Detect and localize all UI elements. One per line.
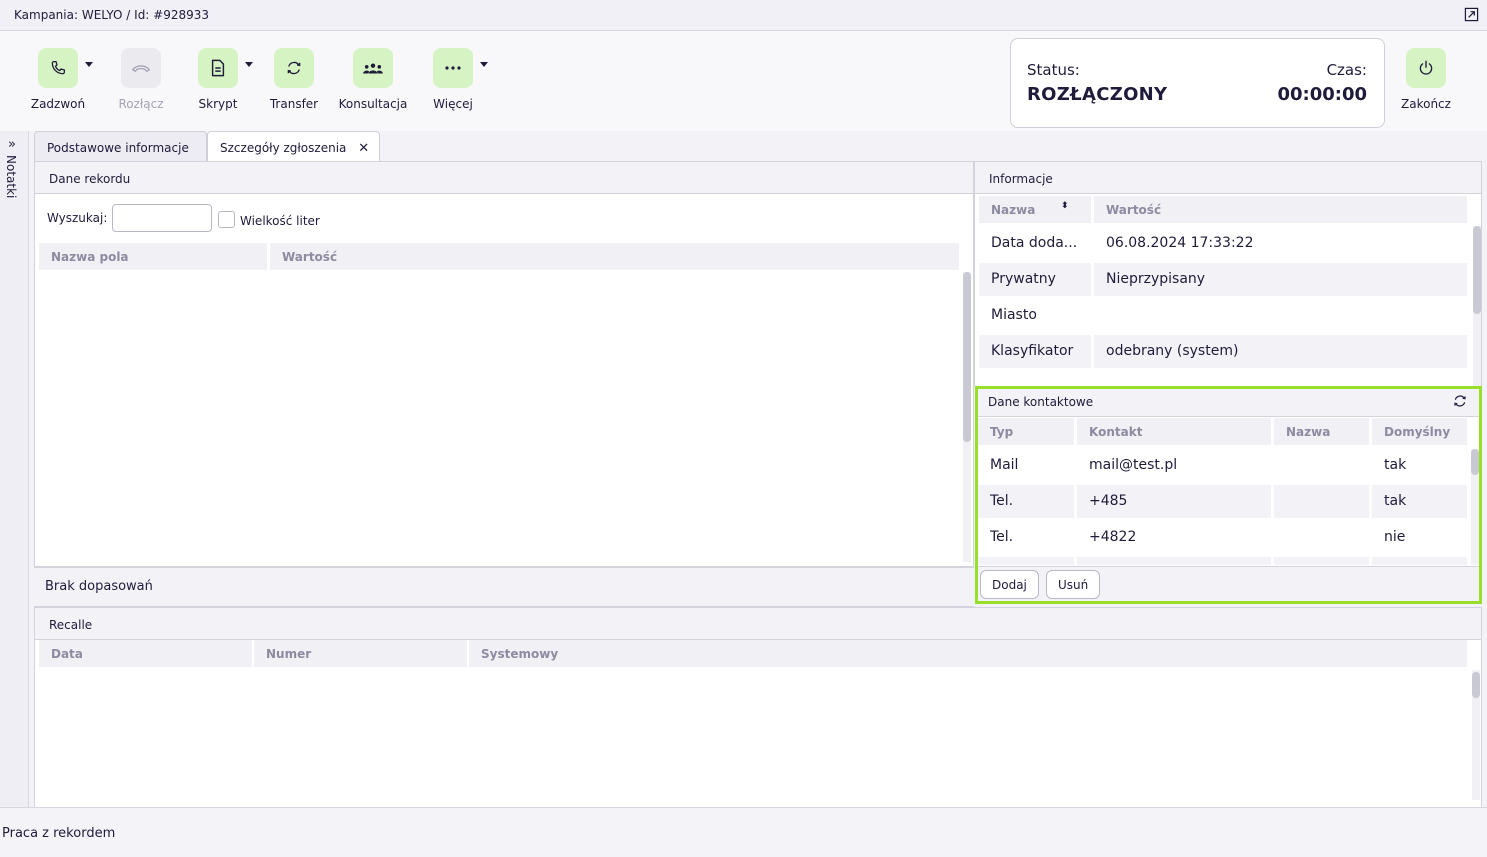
no-match-label: Brak dopasowań bbox=[34, 567, 974, 607]
finish-button[interactable]: Zakończ bbox=[1398, 48, 1454, 111]
hangup-label: Rozłącz bbox=[118, 97, 164, 111]
info-row-value: 06.08.2024 17:33:22 bbox=[1106, 235, 1254, 251]
record-data-panel: Dane rekordu Wyszukaj: Wielkość liter Na… bbox=[34, 161, 974, 567]
call-dropdown-chevron-icon[interactable] bbox=[85, 62, 93, 67]
more-dropdown-chevron-icon[interactable] bbox=[480, 62, 488, 67]
call-label: Zadzwoń bbox=[30, 97, 86, 111]
notes-side-tab[interactable]: » Notatki bbox=[0, 131, 29, 807]
tab-basic-info[interactable]: Podstawowe informacje bbox=[34, 131, 207, 161]
case-sensitive-checkbox[interactable] bbox=[218, 211, 235, 228]
status-panel: Status: ROZŁĄCZONY Czas: 00:00:00 bbox=[1010, 38, 1385, 128]
hangup-button: Rozłącz bbox=[113, 48, 169, 111]
info-row-value: odebrany (system) bbox=[1094, 335, 1467, 368]
call-button[interactable]: Zadzwoń bbox=[30, 48, 86, 111]
more-button[interactable]: Więcej bbox=[425, 48, 481, 111]
case-sensitive-label: Wielkość liter bbox=[240, 214, 320, 228]
group-icon bbox=[353, 48, 393, 88]
info-scrollbar-thumb[interactable] bbox=[1473, 226, 1481, 314]
hangup-icon bbox=[121, 48, 161, 88]
info-row-name: Klasyfikator bbox=[979, 335, 1091, 368]
footer-status: Praca z rekordem bbox=[0, 807, 1487, 857]
document-icon bbox=[198, 48, 238, 88]
script-button[interactable]: Skrypt bbox=[190, 48, 246, 111]
more-dots-icon bbox=[433, 48, 473, 88]
transfer-button[interactable]: Transfer bbox=[266, 48, 322, 111]
search-label: Wyszukaj: bbox=[47, 211, 108, 225]
column-header-name[interactable]: Nazwa ⬍ bbox=[979, 196, 1091, 223]
sort-icon[interactable]: ⬍ bbox=[1061, 201, 1069, 211]
popout-icon[interactable] bbox=[1464, 7, 1479, 22]
double-chevron-right-icon[interactable]: » bbox=[8, 137, 16, 152]
column-header-field-name[interactable]: Nazwa pola bbox=[39, 243, 267, 270]
close-icon[interactable]: ✕ bbox=[358, 141, 369, 156]
record-scrollbar-thumb[interactable] bbox=[963, 272, 971, 442]
info-panel: Informacje Nazwa ⬍ Wartość Data doda... … bbox=[974, 161, 1482, 387]
contacts-highlight-frame bbox=[975, 386, 1482, 604]
phone-icon bbox=[38, 48, 78, 88]
status-label: Status: bbox=[1027, 61, 1080, 79]
info-row-value: Nieprzypisany bbox=[1094, 263, 1467, 296]
column-header-system[interactable]: Systemowy bbox=[469, 640, 1467, 667]
info-row-name: Prywatny bbox=[979, 263, 1091, 296]
recalls-scrollbar-thumb[interactable] bbox=[1472, 672, 1480, 698]
transfer-label: Transfer bbox=[269, 97, 319, 111]
info-row-value bbox=[1094, 299, 1467, 332]
notes-label: Notatki bbox=[4, 155, 18, 199]
column-header-date[interactable]: Data bbox=[39, 640, 252, 667]
time-label: Czas: bbox=[1326, 61, 1367, 79]
info-scrollbar[interactable] bbox=[1473, 226, 1481, 386]
recalls-panel: Recalle Data Numer Systemowy bbox=[34, 607, 1482, 807]
recalls-title: Recalle bbox=[35, 608, 1481, 640]
column-header-value[interactable]: Wartość bbox=[1094, 196, 1467, 223]
time-value: 00:00:00 bbox=[1277, 84, 1367, 105]
status-value: ROZŁĄCZONY bbox=[1027, 84, 1168, 105]
consult-button[interactable]: Konsultacja bbox=[336, 48, 410, 111]
tab-ticket-details-label: Szczegóły zgłoszenia bbox=[220, 141, 347, 155]
window-titlebar: Kampania: WELYO / Id: #928933 bbox=[0, 0, 1487, 31]
recalls-scrollbar[interactable] bbox=[1472, 670, 1480, 800]
window-title: Kampania: WELYO / Id: #928933 bbox=[14, 8, 210, 22]
script-label: Skrypt bbox=[198, 97, 238, 111]
finish-label: Zakończ bbox=[1401, 97, 1451, 111]
column-header-name-label: Nazwa bbox=[991, 203, 1036, 217]
info-title: Informacje bbox=[975, 162, 1481, 194]
consult-label: Konsultacja bbox=[338, 97, 408, 111]
tab-basic-info-label: Podstawowe informacje bbox=[47, 141, 189, 155]
tab-ticket-details[interactable]: Szczegóły zgłoszenia ✕ bbox=[207, 131, 380, 162]
script-dropdown-chevron-icon[interactable] bbox=[245, 62, 253, 67]
record-scrollbar[interactable] bbox=[963, 272, 971, 562]
record-data-title: Dane rekordu bbox=[35, 162, 973, 194]
column-header-number[interactable]: Numer bbox=[254, 640, 467, 667]
info-row-name: Data doda... bbox=[991, 235, 1078, 251]
info-row-name: Miasto bbox=[991, 307, 1037, 323]
column-header-value[interactable]: Wartość bbox=[270, 243, 959, 270]
search-input[interactable] bbox=[112, 204, 212, 232]
more-label: Więcej bbox=[433, 97, 473, 111]
power-icon bbox=[1406, 48, 1446, 88]
transfer-icon bbox=[274, 48, 314, 88]
